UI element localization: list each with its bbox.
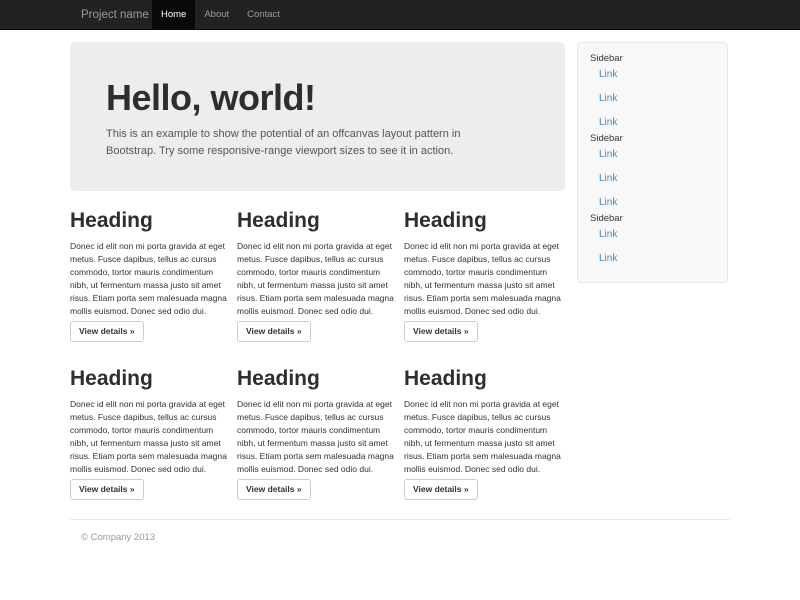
view-details-button[interactable]: View details »: [70, 321, 144, 342]
view-details-button[interactable]: View details »: [404, 321, 478, 342]
cards-row-1: Heading Donec id elit non mi porta gravi…: [70, 208, 580, 342]
cards-row-2: Heading Donec id elit non mi porta gravi…: [70, 366, 580, 500]
view-details-button[interactable]: View details »: [404, 479, 478, 500]
sidebar-group: Sidebar Link Link Link: [590, 53, 715, 129]
card-body-text: Donec id elit non mi porta gravida at eg…: [237, 240, 394, 317]
card-heading: Heading: [237, 366, 394, 391]
card-heading: Heading: [70, 366, 227, 391]
nav-item-about[interactable]: About: [195, 0, 238, 30]
card-body-text: Donec id elit non mi porta gravida at eg…: [404, 240, 561, 317]
sidebar-link[interactable]: Link: [599, 173, 715, 185]
jumbotron: Hello, world! This is an example to show…: [70, 42, 565, 191]
footer-copyright: © Company 2013: [81, 532, 155, 543]
card-heading: Heading: [404, 366, 561, 391]
sidebar-group-title: Sidebar: [590, 133, 715, 144]
view-details-button[interactable]: View details »: [70, 479, 144, 500]
footer-divider: [70, 519, 730, 520]
card-heading: Heading: [70, 208, 227, 233]
sidebar-link[interactable]: Link: [599, 117, 715, 129]
card-body-text: Donec id elit non mi porta gravida at eg…: [70, 240, 227, 317]
sidebar-group-title: Sidebar: [590, 213, 715, 224]
content-card: Heading Donec id elit non mi porta gravi…: [404, 208, 561, 342]
navbar-nav: Home About Contact: [152, 0, 289, 29]
card-body-text: Donec id elit non mi porta gravida at eg…: [70, 398, 227, 475]
sidebar-link[interactable]: Link: [599, 69, 715, 81]
nav-item-home[interactable]: Home: [152, 0, 195, 30]
content-card: Heading Donec id elit non mi porta gravi…: [70, 208, 227, 342]
sidebar-group: Sidebar Link Link Link: [590, 133, 715, 209]
card-heading: Heading: [237, 208, 394, 233]
sidebar-link[interactable]: Link: [599, 149, 715, 161]
sidebar-link[interactable]: Link: [599, 229, 715, 241]
content-card: Heading Donec id elit non mi porta gravi…: [237, 208, 394, 342]
content-card: Heading Donec id elit non mi porta gravi…: [404, 366, 561, 500]
sidebar-link[interactable]: Link: [599, 253, 715, 265]
view-details-button[interactable]: View details »: [237, 321, 311, 342]
sidebar-panel: Sidebar Link Link Link Sidebar Link Link…: [577, 42, 728, 283]
sidebar-link[interactable]: Link: [599, 93, 715, 105]
jumbotron-title: Hello, world!: [106, 80, 535, 116]
card-heading: Heading: [404, 208, 561, 233]
content-card: Heading Donec id elit non mi porta gravi…: [70, 366, 227, 500]
content-card: Heading Donec id elit non mi porta gravi…: [237, 366, 394, 500]
navbar-container: Project name Home About Contact: [70, 0, 730, 29]
view-details-button[interactable]: View details »: [237, 479, 311, 500]
sidebar-group: Sidebar Link Link: [590, 213, 715, 265]
nav-item-contact[interactable]: Contact: [238, 0, 289, 30]
sidebar-group-title: Sidebar: [590, 53, 715, 64]
jumbotron-description: This is an example to show the potential…: [106, 126, 478, 159]
sidebar-link[interactable]: Link: [599, 197, 715, 209]
card-body-text: Donec id elit non mi porta gravida at eg…: [237, 398, 394, 475]
card-body-text: Donec id elit non mi porta gravida at eg…: [404, 398, 561, 475]
navbar-brand[interactable]: Project name: [70, 0, 152, 29]
top-navbar: Project name Home About Contact: [0, 0, 800, 30]
